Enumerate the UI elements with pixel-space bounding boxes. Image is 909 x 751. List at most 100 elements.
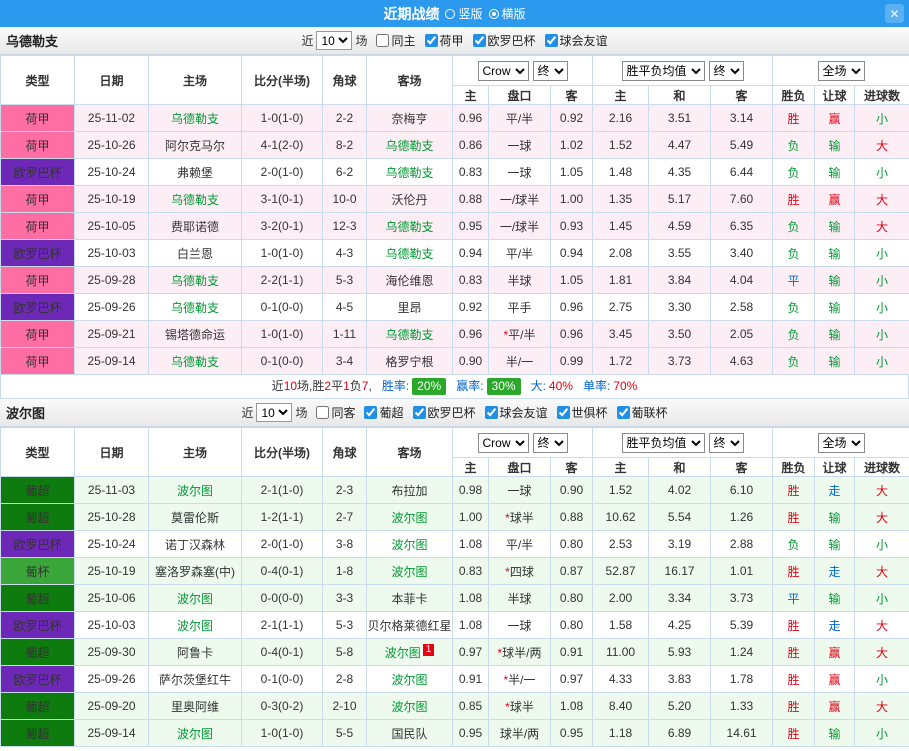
filter-option[interactable]: 葡联杯 <box>616 404 668 421</box>
team-text: 乌德勒支 <box>170 111 219 126</box>
filter-option[interactable]: 球会友谊 <box>544 32 608 49</box>
euro-win-odds: 2.53 <box>592 530 650 558</box>
header-select[interactable]: 胜平负均值 <box>621 60 705 81</box>
radio-label-horizontal: 横版 <box>501 7 526 21</box>
euro-win-odds: 2.16 <box>592 104 650 132</box>
league-badge: 欧罗巴杯 <box>0 611 75 639</box>
away-team: 波尔图 <box>366 557 453 585</box>
euro-win-odds: 1.18 <box>592 719 650 747</box>
euro-lose-odds: 3.73 <box>710 584 774 612</box>
reverse-handicap-mark: * <box>497 645 503 660</box>
euro-draw-odds: 16.17 <box>648 557 712 585</box>
asian-home-odds: 0.83 <box>452 266 489 294</box>
result-cell: 负 <box>772 239 816 267</box>
layout-radio-horizontal[interactable]: 横版 <box>488 5 526 22</box>
recent-count-select[interactable]: 10 <box>256 403 293 422</box>
section-header: 乌德勒支 近 10 场 同主 荷甲 欧罗巴杯 球会友谊 <box>0 27 909 55</box>
filter-checkbox[interactable] <box>364 406 378 419</box>
filter-option[interactable]: 荷甲 <box>424 32 464 49</box>
filter-checkbox[interactable] <box>472 34 486 47</box>
league-badge: 葡超 <box>0 638 75 666</box>
sub-column-header: 主 <box>452 457 489 477</box>
header-select[interactable]: 终 <box>532 60 568 81</box>
asian-away-odds: 1.02 <box>549 131 594 159</box>
odds-group-header: 胜平负均值终 <box>592 427 774 458</box>
table-row: 荷甲 25-09-28 乌德勒支 2-2(1-1) 5-3 海伦维恩 0.83 半球 1.05 1… <box>0 266 909 294</box>
asian-home-odds: 0.96 <box>452 320 489 348</box>
filter-option[interactable]: 欧罗巴杯 <box>412 404 476 421</box>
euro-lose-odds: 2.58 <box>710 293 774 321</box>
filter-option[interactable]: 欧罗巴杯 <box>472 32 536 49</box>
filter-option[interactable]: 同客 <box>316 404 355 421</box>
asian-handicap: *四球 <box>488 557 551 585</box>
result-cell: 胜 <box>772 104 816 132</box>
home-team: 里奥阿维 <box>148 692 242 720</box>
team-text: 弗赖堡 <box>176 165 213 180</box>
filter-option[interactable]: 世俱杯 <box>556 404 608 421</box>
handicap-rate-badge: 30% <box>486 378 521 396</box>
away-team: 贝尔格莱德红星 <box>366 611 453 639</box>
table-row: 欧罗巴杯 25-09-26 乌德勒支 0-1(0-0) 4-5 里昂 0.92 平手 0.96 2… <box>0 293 909 321</box>
handicap-result-cell: 输 <box>814 266 856 294</box>
euro-draw-odds: 4.59 <box>648 212 712 240</box>
score: 2-1(1-1) <box>241 611 323 639</box>
team-text: 费耶诺德 <box>170 219 219 234</box>
asian-handicap: 平/半 <box>488 530 551 558</box>
home-team: 波尔图 <box>148 476 242 504</box>
euro-draw-odds: 3.55 <box>648 239 712 267</box>
handicap-result-cell: 走 <box>814 476 856 504</box>
asian-home-odds: 1.08 <box>452 584 489 612</box>
handicap-result-cell: 输 <box>814 320 856 348</box>
filter-checkbox[interactable] <box>544 34 558 47</box>
filter-checkbox[interactable] <box>424 34 438 47</box>
home-team: 塞洛罗森塞(中) <box>148 557 242 585</box>
euro-win-odds: 4.33 <box>592 665 650 693</box>
header-select[interactable]: 全场 <box>817 60 865 81</box>
asian-away-odds: 0.91 <box>549 638 594 666</box>
header-select[interactable]: 全场 <box>817 432 865 453</box>
asian-home-odds: 1.08 <box>452 530 489 558</box>
header-select[interactable]: 终 <box>708 60 744 81</box>
filter-checkbox[interactable] <box>484 406 498 419</box>
filter-checkbox[interactable] <box>616 406 630 419</box>
home-team: 锡塔德命运 <box>148 320 242 348</box>
team-text: 海伦维恩 <box>385 273 434 288</box>
close-icon[interactable]: ✕ <box>885 4 904 23</box>
euro-lose-odds: 6.44 <box>710 158 774 186</box>
goals-result-cell: 大 <box>854 503 909 531</box>
layout-radio-vertical[interactable]: 竖版 <box>445 5 483 22</box>
sub-column-header: 主 <box>452 85 489 105</box>
handicap-result-cell: 走 <box>814 557 856 585</box>
filter-checkbox[interactable] <box>376 34 390 47</box>
table-row: 荷甲 25-09-21 锡塔德命运 1-0(1-0) 1-11 乌德勒支 0.96 *平/半 0… <box>0 320 909 348</box>
filter-option[interactable]: 同主 <box>376 32 416 49</box>
filter-checkbox[interactable] <box>412 406 426 419</box>
euro-lose-odds: 6.35 <box>710 212 774 240</box>
reverse-handicap-mark: * <box>505 699 510 714</box>
goals-result-cell: 小 <box>854 347 909 375</box>
league-badge: 荷甲 <box>0 185 75 213</box>
euro-win-odds: 1.58 <box>592 611 650 639</box>
score: 1-0(1-0) <box>241 320 323 348</box>
filter-checkbox[interactable] <box>316 406 330 419</box>
team-text: 阿鲁卡 <box>176 645 213 660</box>
filter-option[interactable]: 葡超 <box>364 404 404 421</box>
table-row: 葡超 25-10-28 莫雷伦斯 1-2(1-1) 2-7 波尔图 1.00 *球半 0.88 1… <box>0 503 909 531</box>
recent-count-select[interactable]: 10 <box>316 31 353 50</box>
header-select[interactable]: Crow <box>477 60 529 81</box>
result-cell: 负 <box>772 131 816 159</box>
handicap-result-cell: 赢 <box>814 665 856 693</box>
result-cell: 胜 <box>772 719 816 747</box>
match-date: 25-10-19 <box>74 185 149 213</box>
header-select[interactable]: 终 <box>708 432 744 453</box>
header-select[interactable]: 胜平负均值 <box>621 432 705 453</box>
column-header: 日期 <box>74 427 149 477</box>
match-date: 25-10-05 <box>74 212 149 240</box>
euro-win-odds: 1.48 <box>592 158 650 186</box>
euro-draw-odds: 4.25 <box>648 611 712 639</box>
filter-checkbox[interactable] <box>556 406 570 419</box>
header-select[interactable]: 终 <box>532 432 568 453</box>
corners: 3-8 <box>322 530 367 558</box>
filter-option[interactable]: 球会友谊 <box>484 404 548 421</box>
header-select[interactable]: Crow <box>477 432 529 453</box>
